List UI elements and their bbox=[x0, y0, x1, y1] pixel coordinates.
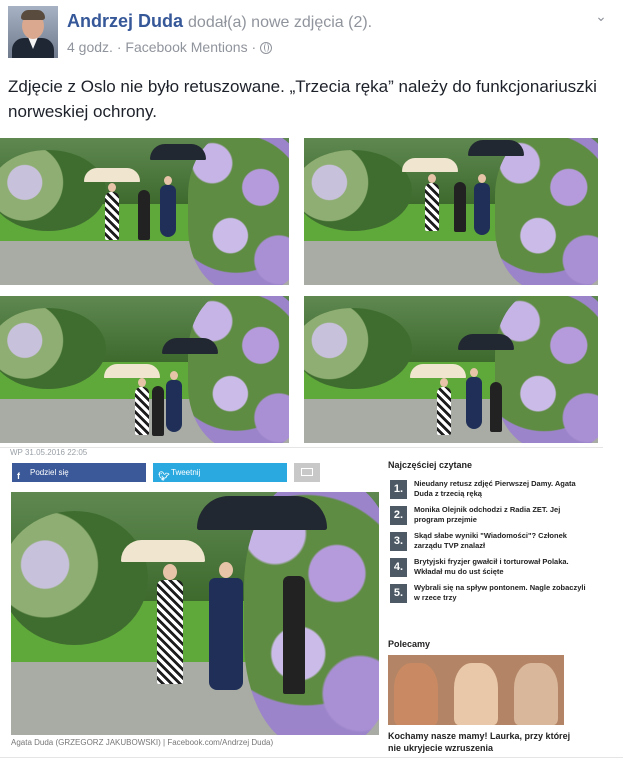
list-item[interactable]: 3. Skąd słabe wyniki "Wiadomości"? Człon… bbox=[388, 531, 588, 554]
article-screenshot[interactable]: WP 31.05.2016 22:05 f Podziel się 🐦︎ Twe… bbox=[0, 447, 603, 753]
post-text: Zdjęcie z Oslo nie było retuszowane. „Tr… bbox=[8, 77, 597, 121]
photo-3[interactable] bbox=[0, 296, 289, 443]
item-text: Brytyjski fryzjer gwałcił i torturował P… bbox=[414, 557, 569, 576]
article-main-photo[interactable] bbox=[11, 492, 379, 735]
mail-icon bbox=[301, 468, 313, 476]
recommended-image[interactable] bbox=[388, 655, 564, 725]
item-text: Wybrali się na spływ pontonem. Nagle zob… bbox=[414, 583, 586, 602]
list-item[interactable]: 2. Monika Olejnik odchodzi z Radia ZET. … bbox=[388, 505, 588, 528]
share-mail-button[interactable] bbox=[294, 463, 320, 482]
twitter-icon: 🐦︎ bbox=[158, 471, 170, 481]
facebook-post: Andrzej Duda dodał(a) nowe zdjęcia (2). … bbox=[0, 0, 623, 770]
meta-separator: · bbox=[251, 39, 257, 55]
facebook-icon: f bbox=[17, 471, 20, 481]
list-item[interactable]: 1. Nieudany retusz zdjęć Pierwszej Damy.… bbox=[388, 479, 588, 502]
globe-icon[interactable] bbox=[260, 42, 273, 54]
share-twitter-button[interactable]: 🐦︎ Tweetnij bbox=[153, 463, 287, 482]
item-text: Skąd słabe wyniki "Wiadomości"? Członek … bbox=[414, 531, 567, 550]
photo-2[interactable] bbox=[304, 138, 598, 285]
list-item[interactable]: 4. Brytyjski fryzjer gwałcił i torturowa… bbox=[388, 557, 588, 580]
divider bbox=[0, 757, 623, 758]
item-number: 3. bbox=[390, 532, 407, 551]
author-name-link[interactable]: Andrzej Duda bbox=[67, 11, 183, 31]
list-item[interactable]: 5. Wybrali się na spływ pontonem. Nagle … bbox=[388, 583, 588, 606]
share-facebook-label: Podziel się bbox=[30, 468, 69, 477]
post-title-line: Andrzej Duda dodał(a) nowe zdjęcia (2). bbox=[67, 11, 372, 32]
avatar[interactable] bbox=[8, 6, 58, 58]
item-number: 5. bbox=[390, 584, 407, 603]
photo-4[interactable] bbox=[304, 296, 598, 443]
article-meta: WP 31.05.2016 22:05 bbox=[10, 448, 88, 457]
chevron-down-icon[interactable]: ⌄ bbox=[592, 8, 610, 26]
recommended-link[interactable]: Kochamy nasze mamy! Laurka, przy której … bbox=[388, 730, 578, 754]
post-meta: 4 godz. · Facebook Mentions · bbox=[67, 39, 273, 55]
most-read-title: Najczęściej czytane bbox=[388, 460, 473, 470]
photo-caption: Agata Duda (GRZEGORZ JAKUBOWSKI) | Faceb… bbox=[11, 738, 274, 747]
most-read-sidebar: Najczęściej czytane 1. Nieudany retusz z… bbox=[388, 460, 588, 753]
recommended-title: Polecamy bbox=[388, 639, 431, 649]
share-facebook-button[interactable]: f Podziel się bbox=[12, 463, 146, 482]
meta-separator: · bbox=[116, 39, 122, 55]
item-number: 1. bbox=[390, 480, 407, 499]
post-timestamp[interactable]: 4 godz. bbox=[67, 39, 113, 55]
share-twitter-label: Tweetnij bbox=[171, 468, 201, 477]
post-header: Andrzej Duda dodał(a) nowe zdjęcia (2). … bbox=[8, 6, 618, 62]
post-source[interactable]: Facebook Mentions bbox=[125, 39, 247, 55]
post-action-text: dodał(a) nowe zdjęcia (2). bbox=[188, 14, 373, 31]
item-number: 4. bbox=[390, 558, 407, 577]
item-text: Monika Olejnik odchodzi z Radia ZET. Jej… bbox=[414, 505, 561, 524]
item-number: 2. bbox=[390, 506, 407, 525]
item-text: Nieudany retusz zdjęć Pierwszej Damy. Ag… bbox=[414, 479, 576, 498]
photo-1[interactable] bbox=[0, 138, 289, 285]
